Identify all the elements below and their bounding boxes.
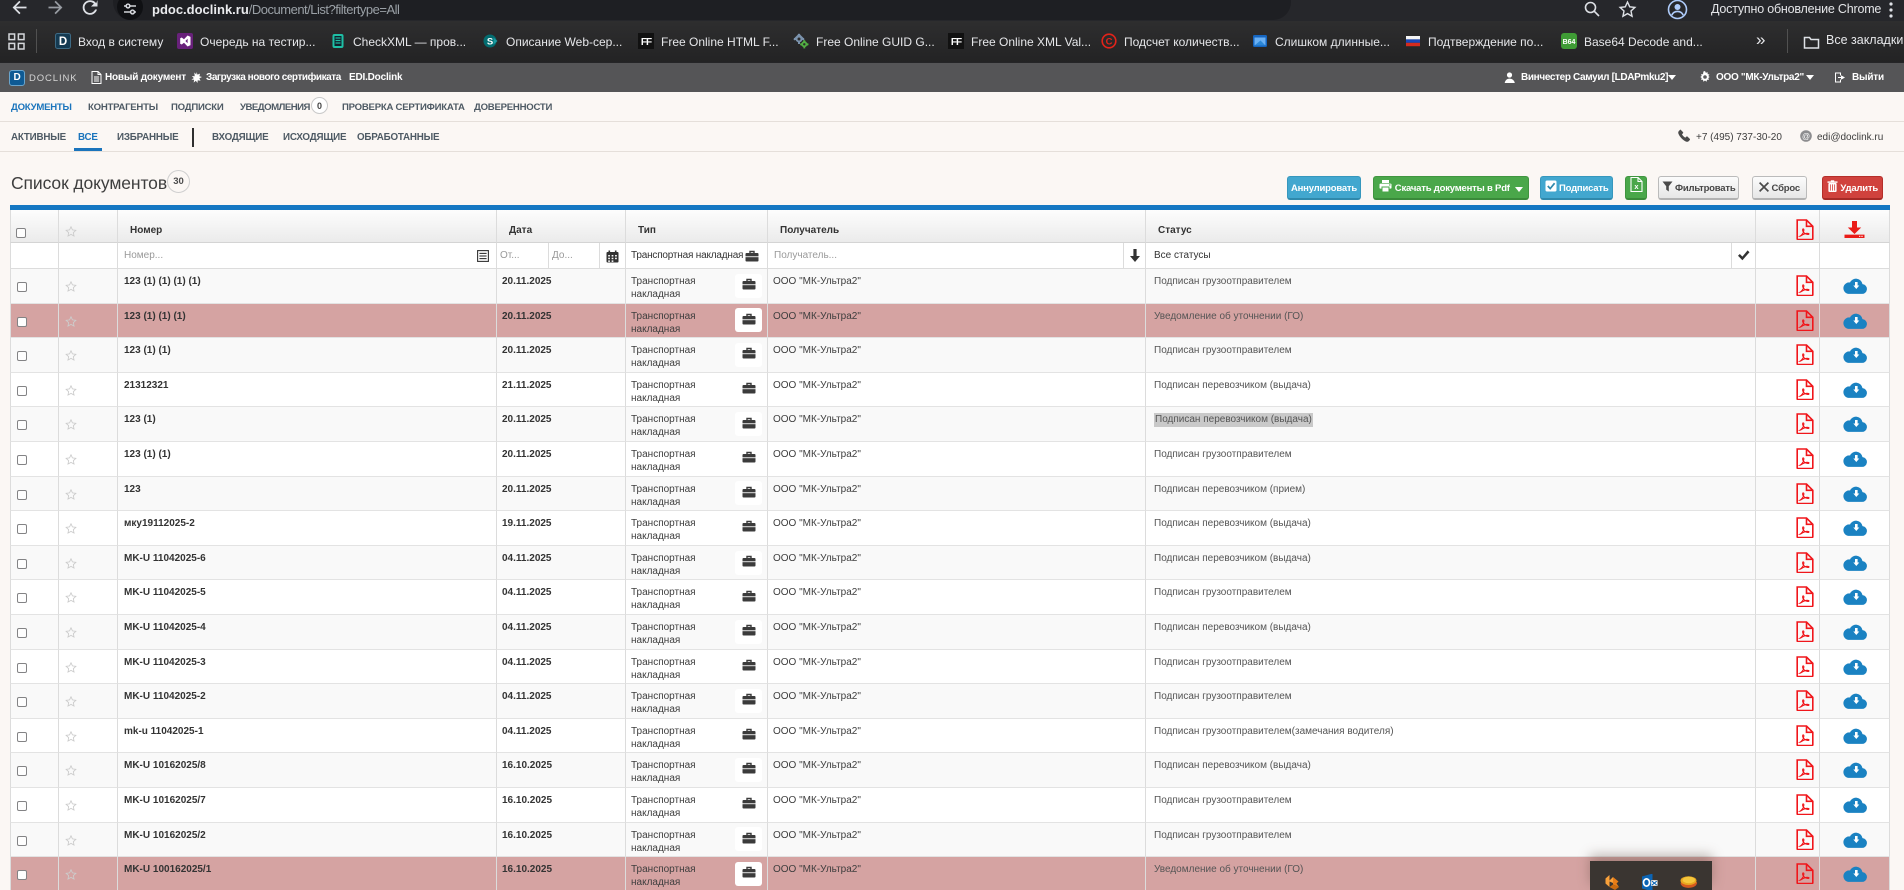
svg-text:D: D [59,36,67,48]
svg-text:@: @ [1802,132,1810,141]
svg-text:C: C [1106,37,1113,48]
svg-text:S: S [487,37,493,48]
svg-text:B64: B64 [1563,39,1576,46]
svg-text:x: x [1634,182,1639,191]
svg-text:FF: FF [951,37,962,48]
svg-text:FF: FF [641,37,652,48]
